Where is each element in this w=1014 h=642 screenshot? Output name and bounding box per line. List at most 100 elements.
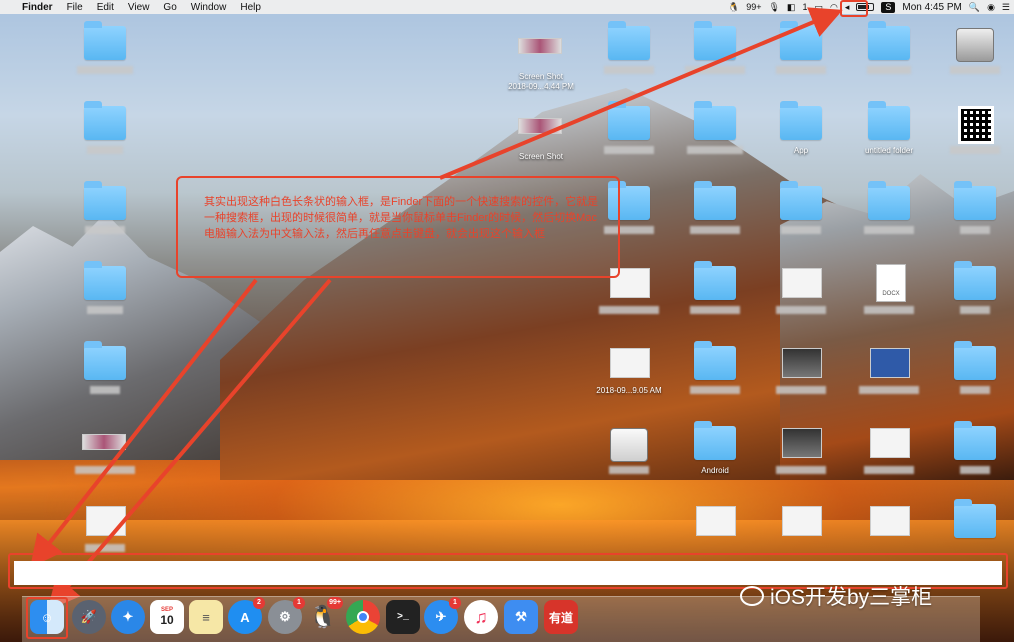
desktop-folder[interactable] — [70, 341, 140, 412]
desktop-folder[interactable] — [680, 21, 750, 92]
menu-help[interactable]: Help — [240, 2, 261, 13]
desktop-folder[interactable]: Android — [680, 421, 750, 492]
desktop-folder[interactable] — [680, 341, 750, 412]
desktop-folder[interactable] — [680, 101, 750, 172]
file-thumbnail — [782, 506, 822, 536]
notification-count[interactable]: 1 — [802, 2, 807, 12]
desktop-folder[interactable] — [70, 261, 140, 332]
folder-icon — [84, 21, 126, 60]
folder-icon — [608, 101, 650, 140]
desktop-folder[interactable] — [594, 101, 664, 172]
qr-code-image — [958, 106, 994, 144]
terminal-dock-icon[interactable]: >_ — [386, 600, 420, 634]
desktop-docx[interactable]: DOCX — [854, 262, 924, 332]
input-method-icon[interactable]: S — [881, 1, 896, 13]
desktop-folder[interactable] — [70, 101, 140, 172]
menu-go[interactable]: Go — [163, 2, 176, 13]
desktop-folder[interactable]: untitled folder — [854, 101, 924, 172]
wifi-icon[interactable]: ◠ — [830, 2, 838, 13]
chrome-dock-icon[interactable] — [346, 600, 380, 634]
clock[interactable]: Mon 4:45 PM — [902, 2, 961, 13]
folder-icon — [780, 21, 822, 60]
annotation-callout: 其实出现这种白色长条状的输入框，是Finder下面的一个快速搜索的控件，它就是一… — [176, 176, 620, 278]
menu-view[interactable]: View — [128, 2, 150, 13]
desktop-file[interactable] — [766, 422, 836, 492]
folder-label-untitled: untitled folder — [864, 146, 914, 155]
xcode-dock-icon[interactable]: ⚒ — [504, 600, 538, 634]
desktop-file[interactable] — [940, 102, 1010, 172]
file-thumbnail — [696, 506, 736, 536]
folder-icon — [954, 341, 996, 380]
folder-icon — [868, 101, 910, 140]
menu-file[interactable]: File — [67, 2, 83, 13]
desktop-folder[interactable] — [680, 181, 750, 252]
appstore-dock-icon[interactable]: A2 — [228, 597, 265, 634]
file-date: 2018-09...9.05 AM — [596, 386, 662, 395]
disk-image-icon — [610, 428, 648, 462]
docx-icon: DOCX — [876, 264, 906, 302]
wechat-icon — [740, 586, 764, 606]
desktop-folder[interactable]: App — [766, 101, 836, 172]
folder-icon — [84, 101, 126, 140]
folder-icon — [780, 181, 822, 220]
desktop-folder[interactable] — [766, 21, 836, 92]
desktop-folder[interactable] — [854, 181, 924, 252]
watermark: iOS开发by三掌柜 — [740, 584, 933, 609]
qq-dock-icon[interactable]: 🐧 99+ — [306, 597, 343, 634]
desktop-folder[interactable] — [680, 261, 750, 332]
youdao-dock-icon[interactable]: 有道 — [544, 600, 578, 634]
desktop-folder[interactable] — [766, 181, 836, 252]
desktop-drive[interactable] — [594, 422, 664, 492]
desktop-folder[interactable] — [854, 21, 924, 92]
folder-icon — [608, 21, 650, 60]
finder-dock-icon[interactable]: ☺ — [30, 600, 64, 634]
airplay-icon[interactable]: ▭ — [814, 2, 823, 13]
desktop-file[interactable] — [854, 342, 924, 412]
dingtalk-badge: 1 — [449, 597, 461, 609]
folder-label-android: Android — [701, 466, 729, 475]
launchpad-dock-icon[interactable]: 🚀 — [72, 600, 106, 634]
desktop-drive[interactable] — [940, 22, 1010, 92]
desktop-folder[interactable] — [70, 21, 140, 92]
file-thumbnail — [86, 506, 126, 536]
menu-edit[interactable]: Edit — [97, 2, 114, 13]
desktop-folder[interactable] — [940, 261, 1010, 332]
notification-center-icon[interactable]: ☰ — [1002, 2, 1010, 13]
desktop-file[interactable] — [766, 342, 836, 412]
appstore-badge: 2 — [253, 597, 265, 609]
desktop-file[interactable]: 2018-09...9.05 AM — [594, 342, 664, 412]
desktop-file[interactable] — [766, 262, 836, 332]
watermark-text: iOS开发by三掌柜 — [770, 586, 933, 609]
folder-icon — [694, 421, 736, 460]
mic-icon[interactable]: 🎙 — [768, 2, 779, 13]
desktop-file[interactable] — [854, 422, 924, 492]
desktop-folder[interactable] — [940, 421, 1010, 492]
qq-status-icon[interactable]: 🐧 — [728, 2, 739, 13]
music-dock-icon[interactable]: ♫ — [464, 600, 498, 634]
desktop-folder[interactable] — [940, 181, 1010, 252]
qq-badge: 99+ — [327, 597, 343, 609]
safari-dock-icon[interactable]: ✦ — [111, 600, 145, 634]
annotation-text: 其实出现这种白色长条状的输入框，是Finder下面的一个快速搜索的控件，它就是一… — [204, 196, 599, 240]
user-avatar-icon[interactable]: ◉ — [987, 2, 995, 13]
search-icon[interactable]: 🔍 — [969, 2, 980, 13]
notes-dock-icon[interactable]: ≡ — [189, 600, 223, 634]
folder-icon — [780, 101, 822, 140]
folder-icon — [868, 181, 910, 220]
calendar-dock-icon[interactable]: SEP 10 — [150, 600, 184, 634]
menu-app-name[interactable]: Finder — [22, 2, 53, 13]
file-thumbnail — [782, 268, 822, 298]
folder-icon — [84, 341, 126, 380]
desktop-screenshot[interactable]: Screen Shot — [506, 106, 576, 176]
desktop-file[interactable] — [70, 422, 140, 492]
desktop-folder[interactable] — [594, 21, 664, 92]
folder-icon — [694, 261, 736, 300]
desktop-folder[interactable] — [940, 341, 1010, 412]
folder-icon — [954, 261, 996, 300]
system-preferences-dock-icon[interactable]: ⚙ 1 — [268, 597, 305, 634]
dingtalk-dock-icon[interactable]: ✈ 1 — [424, 597, 461, 634]
contacts-icon[interactable]: ◧ — [787, 2, 796, 13]
desktop-folder[interactable] — [70, 181, 140, 252]
desktop-screenshot[interactable]: Screen Shot 2018-09...4.44 PM — [506, 26, 576, 96]
menu-window[interactable]: Window — [191, 2, 227, 13]
